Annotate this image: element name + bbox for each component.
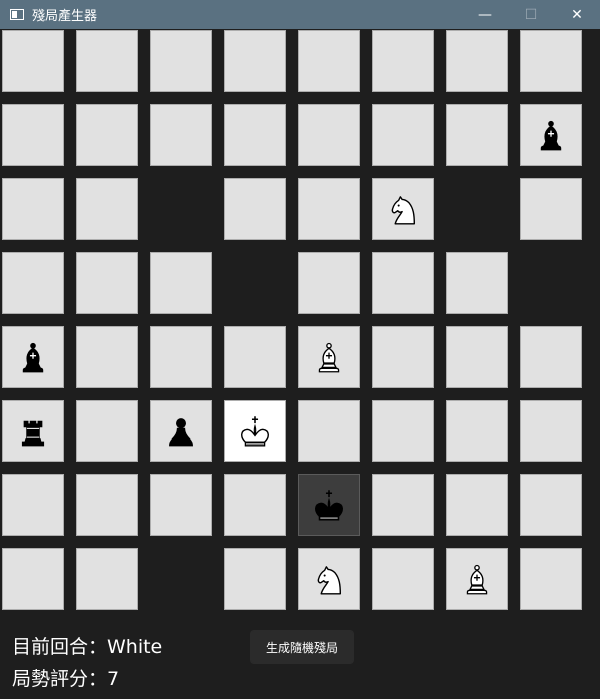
maximize-button[interactable]: ☐ [508, 0, 554, 29]
board-square[interactable] [76, 104, 138, 166]
board-square[interactable] [298, 252, 360, 314]
board-square[interactable] [446, 104, 508, 166]
turn-label: 目前回合：White [12, 636, 163, 658]
black-bishop-icon [13, 337, 53, 377]
board-square[interactable] [150, 326, 212, 388]
board-square[interactable] [224, 548, 286, 610]
board-square[interactable] [298, 30, 360, 92]
title-bar: 殘局產生器 — ☐ ✕ [0, 0, 600, 29]
board-square[interactable] [76, 30, 138, 92]
score-label: 局勢評分：7 [12, 668, 120, 690]
black-king-icon [309, 485, 349, 525]
board-square[interactable] [150, 252, 212, 314]
black-bishop-icon [531, 115, 571, 155]
board-square[interactable] [520, 400, 582, 462]
white-knight-icon [383, 189, 423, 229]
board-square[interactable] [298, 326, 360, 388]
board-square[interactable] [224, 326, 286, 388]
board-square[interactable] [298, 104, 360, 166]
board-square[interactable] [2, 30, 64, 92]
close-button[interactable]: ✕ [554, 0, 600, 29]
board-square[interactable] [520, 30, 582, 92]
board-square[interactable] [446, 30, 508, 92]
board-square[interactable] [224, 178, 286, 240]
board-square[interactable] [2, 400, 64, 462]
white-bishop-icon [309, 337, 349, 377]
board-square[interactable] [298, 178, 360, 240]
board-square[interactable] [224, 30, 286, 92]
board-square[interactable] [2, 252, 64, 314]
board-square[interactable] [76, 548, 138, 610]
board-square[interactable] [298, 400, 360, 462]
board-square[interactable] [2, 104, 64, 166]
white-king-icon [235, 411, 275, 451]
board-square[interactable] [446, 548, 508, 610]
white-bishop-icon [457, 559, 497, 599]
chess-board [0, 29, 600, 619]
board-square[interactable] [2, 326, 64, 388]
black-rook-icon [13, 411, 53, 451]
board-square[interactable] [446, 252, 508, 314]
black-pawn-icon [161, 411, 201, 451]
window-title: 殘局產生器 [32, 9, 98, 24]
board-square[interactable] [224, 400, 286, 462]
board-square[interactable] [150, 474, 212, 536]
board-square[interactable] [76, 178, 138, 240]
board-square[interactable] [372, 326, 434, 388]
white-knight-icon [309, 559, 349, 599]
board-square[interactable] [372, 104, 434, 166]
board-square[interactable] [2, 178, 64, 240]
board-square[interactable] [372, 548, 434, 610]
board-square[interactable] [372, 400, 434, 462]
board-square[interactable] [446, 326, 508, 388]
board-square[interactable] [76, 252, 138, 314]
board-square[interactable] [76, 474, 138, 536]
board-square[interactable] [520, 104, 582, 166]
board-square[interactable] [520, 548, 582, 610]
board-square[interactable] [2, 548, 64, 610]
board-square[interactable] [150, 104, 212, 166]
board-square[interactable] [2, 474, 64, 536]
board-square[interactable] [150, 30, 212, 92]
board-square[interactable] [520, 474, 582, 536]
board-square[interactable] [372, 30, 434, 92]
board-square[interactable] [372, 252, 434, 314]
board-square[interactable] [224, 104, 286, 166]
board-square[interactable] [224, 474, 286, 536]
board-square[interactable] [298, 474, 360, 536]
board-square[interactable] [372, 474, 434, 536]
board-square[interactable] [76, 400, 138, 462]
minimize-button[interactable]: — [462, 0, 508, 29]
board-square[interactable] [298, 548, 360, 610]
generate-endgame-button[interactable]: 生成隨機殘局 [250, 630, 354, 664]
window-controls: — ☐ ✕ [462, 0, 600, 29]
board-square[interactable] [76, 326, 138, 388]
board-square[interactable] [520, 178, 582, 240]
app-icon [10, 9, 24, 20]
board-square[interactable] [446, 400, 508, 462]
board-square[interactable] [150, 400, 212, 462]
board-square[interactable] [520, 326, 582, 388]
board-square[interactable] [372, 178, 434, 240]
board-square[interactable] [446, 474, 508, 536]
